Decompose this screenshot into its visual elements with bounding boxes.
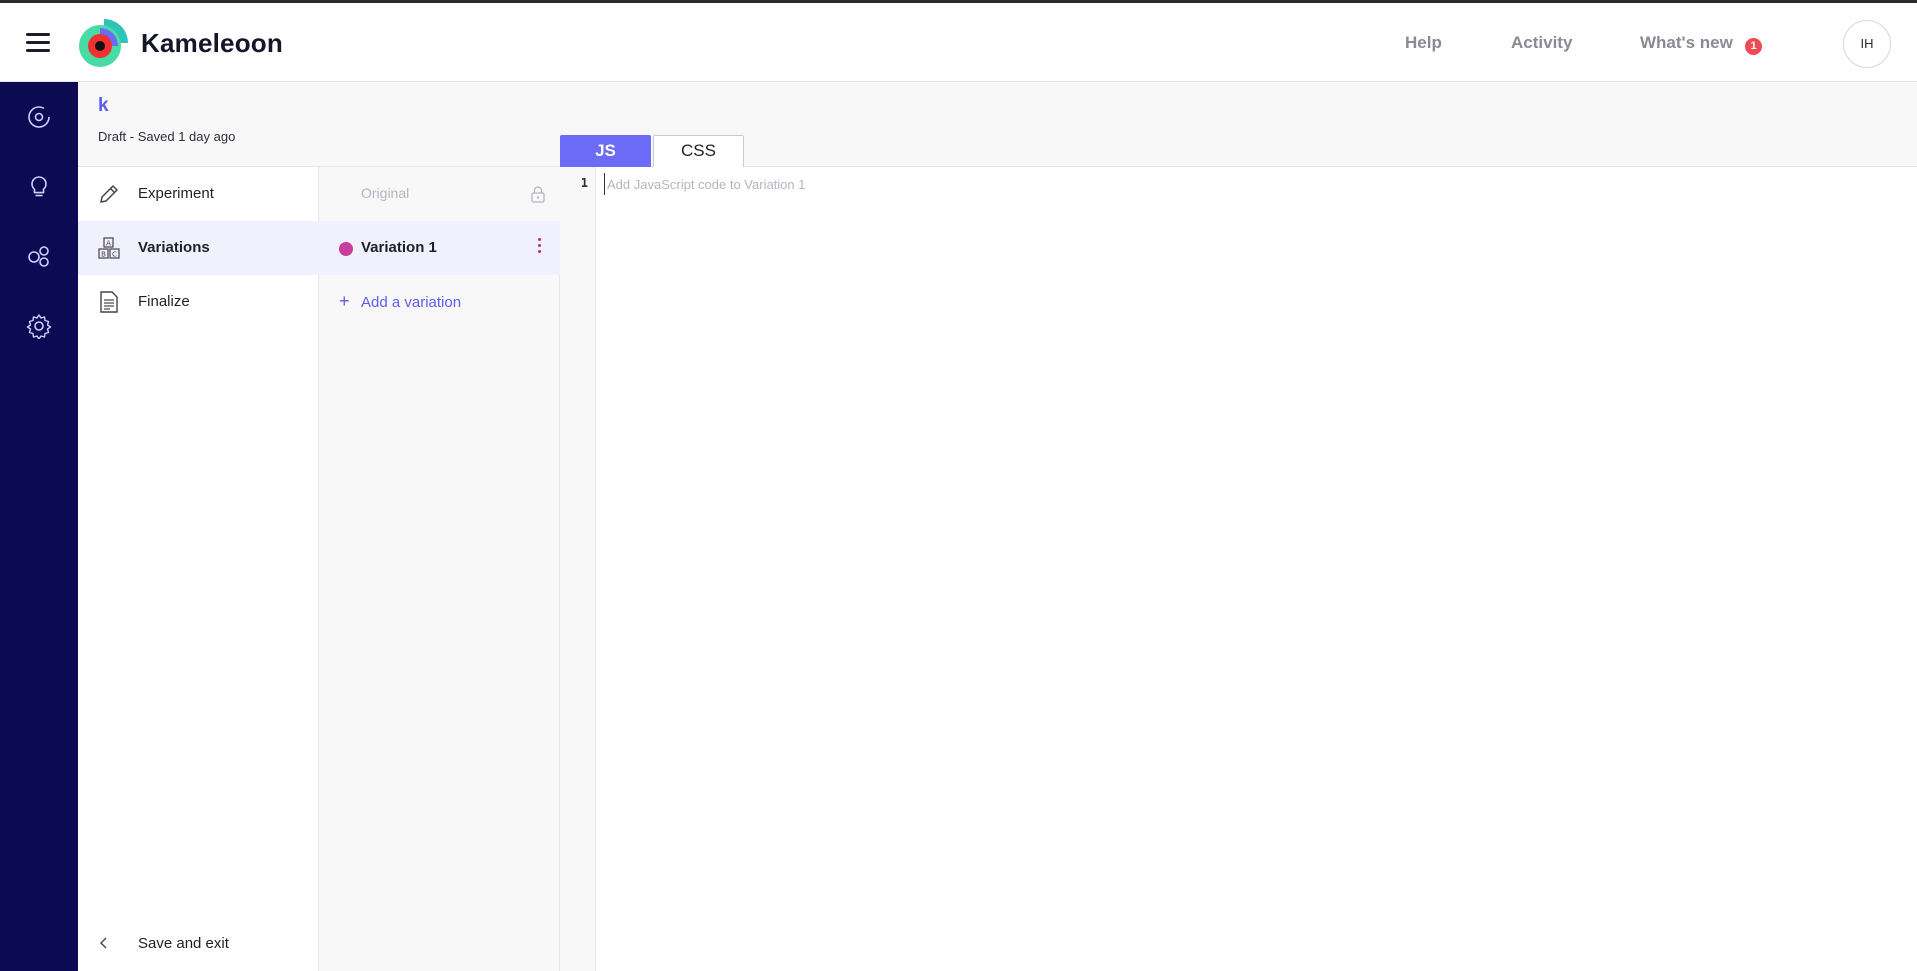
- experiment-header: k Draft - Saved 1 day ago: [78, 82, 1917, 167]
- save-and-exit-button[interactable]: Save and exit: [78, 917, 319, 971]
- variation-original: Original: [319, 167, 560, 221]
- svg-text:C: C: [112, 251, 117, 259]
- lock-icon: [531, 186, 545, 203]
- variation-name: Variation 1: [361, 239, 437, 256]
- line-number-gutter: 1: [560, 167, 596, 971]
- gear-icon[interactable]: [26, 313, 52, 339]
- svg-text:A: A: [106, 240, 111, 248]
- help-link[interactable]: Help: [1405, 33, 1442, 53]
- user-avatar[interactable]: IH: [1843, 20, 1891, 68]
- variation-color-dot: [339, 242, 353, 256]
- step-finalize-label: Finalize: [138, 293, 190, 310]
- top-header: Kameleoon Help Activity What's new 1 IH: [0, 3, 1917, 82]
- chevron-left-icon: [100, 937, 107, 949]
- step-finalize[interactable]: Finalize: [78, 275, 319, 329]
- abc-blocks-icon: A B C: [98, 237, 120, 259]
- add-variation-label: Add a variation: [361, 294, 462, 311]
- experiment-name[interactable]: k: [98, 95, 109, 117]
- save-and-exit-label: Save and exit: [138, 935, 229, 952]
- variation-original-label: Original: [361, 185, 410, 201]
- line-number: 1: [580, 176, 588, 190]
- left-rail: [0, 82, 78, 971]
- step-variations[interactable]: A B C Variations: [78, 221, 319, 275]
- plus-icon: +: [339, 291, 350, 311]
- code-editor: 1: [560, 167, 1917, 971]
- variation-item[interactable]: Variation 1: [319, 221, 560, 275]
- tab-js[interactable]: JS: [560, 135, 651, 167]
- kameleoon-logo: [79, 19, 128, 67]
- whats-new-link[interactable]: What's new: [1640, 33, 1733, 53]
- step-variations-label: Variations: [138, 239, 210, 256]
- more-options-icon[interactable]: [533, 238, 545, 258]
- step-experiment-label: Experiment: [138, 185, 214, 202]
- target-icon[interactable]: [26, 104, 52, 130]
- variations-panel: Original Variation 1 + Add a variation: [319, 167, 560, 971]
- step-navigation: Experiment A B C Variations Finalize Sav…: [78, 167, 319, 971]
- code-input[interactable]: [604, 173, 1904, 195]
- menu-icon[interactable]: [26, 33, 50, 53]
- step-experiment[interactable]: Experiment: [78, 167, 319, 221]
- brand-name: Kameleoon: [141, 28, 283, 58]
- tab-css[interactable]: CSS: [653, 135, 744, 167]
- lightbulb-icon[interactable]: [26, 174, 52, 200]
- activity-link[interactable]: Activity: [1511, 33, 1572, 53]
- document-icon: [100, 291, 118, 313]
- segments-icon[interactable]: [26, 243, 52, 269]
- pencil-icon: [100, 185, 118, 203]
- notification-badge: 1: [1745, 38, 1762, 55]
- experiment-status: Draft - Saved 1 day ago: [98, 129, 236, 144]
- svg-text:B: B: [101, 251, 106, 259]
- add-variation-button[interactable]: + Add a variation: [319, 275, 560, 329]
